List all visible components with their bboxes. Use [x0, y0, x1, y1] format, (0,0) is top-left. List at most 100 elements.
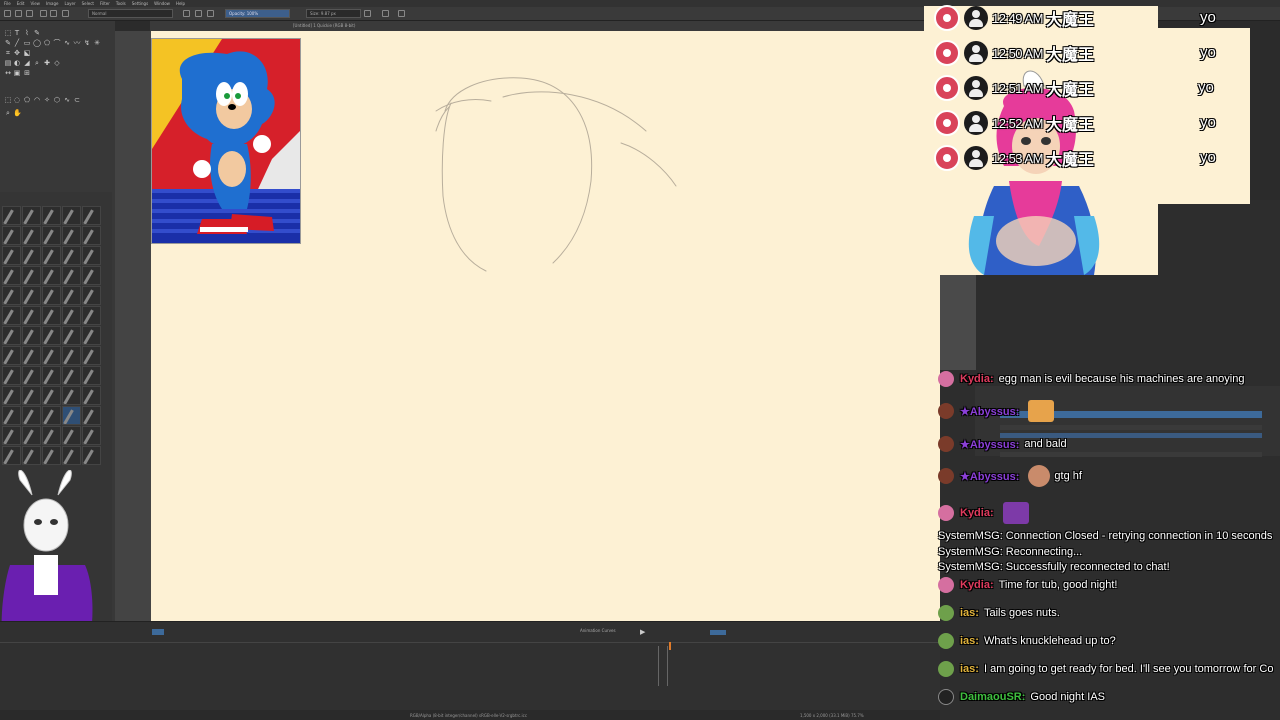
- document-tab[interactable]: [Untitled] 1 Quickie (RGB 8-bit): [150, 21, 940, 31]
- fill-tool-icon[interactable]: ◢: [23, 59, 31, 67]
- playhead[interactable]: [669, 642, 671, 650]
- brush-preset[interactable]: [42, 446, 61, 465]
- brush-preset[interactable]: [22, 246, 41, 265]
- pattern-icon[interactable]: [50, 10, 57, 17]
- grid-tool-icon[interactable]: ⊞: [23, 69, 31, 77]
- menu-item-filter[interactable]: Filter: [100, 1, 110, 6]
- transform-tool-icon[interactable]: ⬕: [23, 49, 31, 57]
- brush-preset[interactable]: [62, 226, 81, 245]
- dynamic-brush-icon[interactable]: ↯: [83, 39, 91, 47]
- brush-preset[interactable]: [82, 266, 101, 285]
- menu-item-edit[interactable]: Edit: [17, 1, 25, 6]
- brush-preset[interactable]: [2, 246, 21, 265]
- menu-item-window[interactable]: Window: [154, 1, 170, 6]
- edit-shapes-icon[interactable]: ⌇: [23, 29, 31, 37]
- brush-preset[interactable]: [42, 366, 61, 385]
- menu-item-settings[interactable]: Settings: [132, 1, 148, 6]
- brush-preset[interactable]: [42, 226, 61, 245]
- blend-mode-select[interactable]: Normal: [88, 9, 173, 18]
- save-icon[interactable]: [26, 10, 33, 17]
- brush-preset[interactable]: [62, 286, 81, 305]
- brush-preset[interactable]: [42, 386, 61, 405]
- play-button-icon[interactable]: ▶: [640, 628, 648, 636]
- assistant-tool-icon[interactable]: ◇: [53, 59, 61, 67]
- brush-preset[interactable]: [22, 226, 41, 245]
- polyline-tool-icon[interactable]: ⌒: [53, 39, 61, 47]
- opacity-slider[interactable]: Opacity: 100%: [225, 9, 290, 18]
- brush-preset-icon[interactable]: [62, 10, 69, 17]
- brush-preset[interactable]: [42, 306, 61, 325]
- brush-preset[interactable]: [2, 226, 21, 245]
- fps-field[interactable]: [152, 629, 164, 635]
- brush-preset[interactable]: [62, 306, 81, 325]
- menu-item-tools[interactable]: Tools: [116, 1, 126, 6]
- brush-preset[interactable]: [22, 206, 41, 225]
- ellipse-select-icon[interactable]: ◌: [13, 96, 21, 104]
- menu-item-view[interactable]: View: [30, 1, 40, 6]
- measure-tool-icon[interactable]: ↔: [4, 69, 12, 77]
- brush-preset[interactable]: [62, 346, 81, 365]
- brush-preset[interactable]: [2, 286, 21, 305]
- crop-tool-icon[interactable]: ⌗: [4, 49, 12, 57]
- brush-preset[interactable]: [82, 446, 101, 465]
- menu-item-help[interactable]: Help: [176, 1, 185, 6]
- magnetic-select-icon[interactable]: ⊂: [73, 96, 81, 104]
- brush-preset[interactable]: [42, 246, 61, 265]
- brush-preset[interactable]: [22, 366, 41, 385]
- brush-preset[interactable]: [42, 346, 61, 365]
- eraser-icon[interactable]: [183, 10, 190, 17]
- open-file-icon[interactable]: [15, 10, 22, 17]
- brush-preset[interactable]: [82, 206, 101, 225]
- brush-preset[interactable]: [62, 446, 81, 465]
- brush-preset[interactable]: [42, 426, 61, 445]
- brush-preset[interactable]: [2, 366, 21, 385]
- brush-preset[interactable]: [82, 346, 101, 365]
- gradient-tool-icon[interactable]: ▤: [4, 59, 12, 67]
- color-picker-icon[interactable]: ⌕: [33, 59, 41, 67]
- brush-preset[interactable]: [2, 446, 21, 465]
- brush-preset[interactable]: [82, 326, 101, 345]
- calligraphy-icon[interactable]: ✎: [33, 29, 41, 37]
- line-tool-icon[interactable]: ╱: [13, 39, 21, 47]
- bezier-tool-icon[interactable]: ∿: [63, 39, 71, 47]
- brush-preset[interactable]: [62, 386, 81, 405]
- brush-preset[interactable]: [62, 246, 81, 265]
- brush-preset[interactable]: [82, 286, 101, 305]
- brush-preset[interactable]: [22, 266, 41, 285]
- new-file-icon[interactable]: [4, 10, 11, 17]
- brush-preset[interactable]: [62, 366, 81, 385]
- brush-preset[interactable]: [42, 206, 61, 225]
- reload-icon[interactable]: [207, 10, 214, 17]
- brush-preset[interactable]: [2, 346, 21, 365]
- text-tool-icon[interactable]: T: [13, 29, 21, 37]
- multibrush-icon[interactable]: ✳: [93, 39, 101, 47]
- brush-preset[interactable]: [42, 406, 61, 425]
- brush-preset[interactable]: [22, 306, 41, 325]
- brush-preset[interactable]: [82, 426, 101, 445]
- brush-preset[interactable]: [42, 266, 61, 285]
- brush-preset[interactable]: [62, 426, 81, 445]
- bezier-select-icon[interactable]: ∿: [63, 96, 71, 104]
- brush-preset[interactable]: [62, 206, 81, 225]
- menu-item-file[interactable]: File: [4, 1, 11, 6]
- zoom-tool-icon[interactable]: ⌕: [4, 109, 12, 117]
- brush-preset[interactable]: [22, 346, 41, 365]
- brush-preset[interactable]: [82, 246, 101, 265]
- size-slider[interactable]: Size: 9.87 px: [306, 9, 361, 18]
- brush-preset[interactable]: [82, 226, 101, 245]
- brush-preset[interactable]: [2, 266, 21, 285]
- frame-cells[interactable]: [658, 646, 668, 686]
- freehand-brush-icon[interactable]: ✎: [4, 39, 12, 47]
- polygon-select-icon[interactable]: ⬠: [23, 96, 31, 104]
- polygon-tool-icon[interactable]: ⬠: [43, 39, 51, 47]
- freehand-path-icon[interactable]: 〰: [73, 39, 81, 47]
- menu-item-select[interactable]: Select: [82, 1, 94, 6]
- brush-preset[interactable]: [22, 426, 41, 445]
- brush-preset[interactable]: [22, 446, 41, 465]
- brush-preset[interactable]: [2, 426, 21, 445]
- mirror-vertical-icon[interactable]: [382, 10, 389, 17]
- colorize-mask-icon[interactable]: ◐: [13, 59, 21, 67]
- menu-item-layer[interactable]: Layer: [64, 1, 75, 6]
- brush-preset[interactable]: [2, 386, 21, 405]
- layer-row[interactable]: [1000, 425, 1262, 430]
